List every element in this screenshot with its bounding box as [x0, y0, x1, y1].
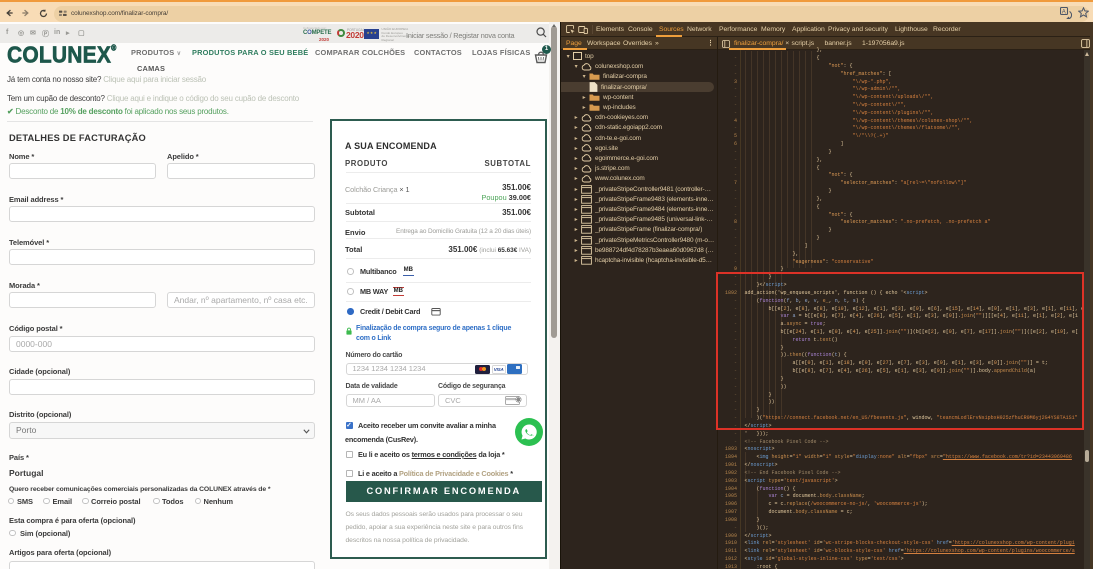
svg-text:A: A	[1062, 9, 1066, 15]
